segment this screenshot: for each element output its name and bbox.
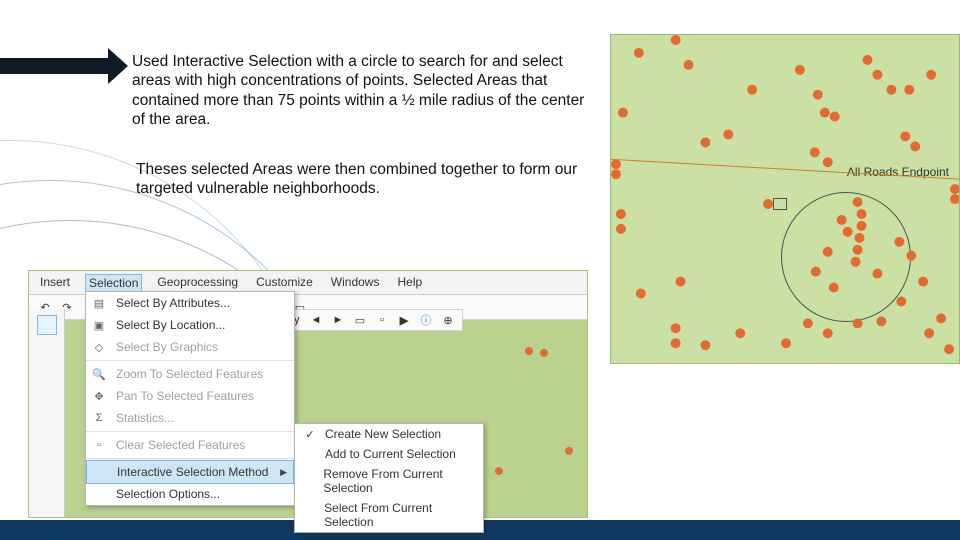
- clear-icon: ▫: [90, 437, 108, 453]
- menu-item-label: Pan To Selected Features: [116, 389, 254, 403]
- arcmap-screenshot: Insert Selection Geoprocessing Customize…: [28, 270, 588, 518]
- menu-separator: [86, 360, 294, 361]
- check-icon: ✓: [303, 428, 317, 441]
- map-points: [611, 35, 959, 363]
- menu-item-label: Select By Graphics: [116, 340, 218, 354]
- menu-item-select-by-location[interactable]: ▣ Select By Location...: [86, 314, 294, 336]
- menu-item-label: Zoom To Selected Features: [116, 367, 263, 381]
- blank-icon: [90, 486, 108, 502]
- menu-item-select-by-graphics: ◇ Select By Graphics: [86, 336, 294, 358]
- pan-icon: ✥: [90, 388, 108, 404]
- menu-item-statistics: Σ Statistics...: [86, 407, 294, 429]
- submenu-add-to-current[interactable]: Add to Current Selection: [295, 444, 483, 464]
- menu-item-interactive-selection-method[interactable]: Interactive Selection Method ▶: [86, 460, 294, 484]
- submenu-item-label: Add to Current Selection: [325, 447, 456, 461]
- blank-icon: [91, 464, 109, 480]
- map-preview-panel: All Roads Endpoint: [610, 34, 960, 364]
- selection-menu-dropdown: ▤ Select By Attributes... ▣ Select By Lo…: [85, 291, 295, 506]
- title-bar-deco: [0, 58, 110, 74]
- menu-item-label: Statistics...: [116, 411, 174, 425]
- menu-item-clear-selected: ▫ Clear Selected Features: [86, 434, 294, 456]
- menu-separator: [86, 431, 294, 432]
- menu-item-zoom-to-selected: 🔍 Zoom To Selected Features: [86, 363, 294, 385]
- menu-item-select-by-attributes[interactable]: ▤ Select By Attributes...: [86, 292, 294, 314]
- paragraph-1: Used Interactive Selection with a circle…: [132, 52, 587, 130]
- submenu-select-from-current[interactable]: Select From Current Selection: [295, 498, 483, 532]
- submenu-arrow-icon: ▶: [280, 467, 287, 478]
- interactive-selection-submenu: ✓ Create New Selection Add to Current Se…: [294, 423, 484, 533]
- submenu-item-label: Select From Current Selection: [324, 501, 475, 529]
- menu-item-label: Interactive Selection Method: [117, 465, 268, 479]
- submenu-create-new-selection[interactable]: ✓ Create New Selection: [295, 424, 483, 444]
- sigma-icon: Σ: [90, 410, 108, 426]
- menu-item-pan-to-selected: ✥ Pan To Selected Features: [86, 385, 294, 407]
- menu-item-label: Select By Attributes...: [116, 296, 230, 310]
- menu-separator: [86, 458, 294, 459]
- menu-item-label: Clear Selected Features: [116, 438, 245, 452]
- zoom-selected-icon: 🔍: [90, 366, 108, 382]
- title-arrow-deco: [108, 48, 128, 84]
- paragraph-2: Theses selected Areas were then combined…: [136, 160, 586, 199]
- submenu-item-label: Remove From Current Selection: [323, 467, 475, 495]
- menu-item-label: Selection Options...: [116, 487, 220, 501]
- table-icon: ▤: [90, 295, 108, 311]
- menu-item-selection-options[interactable]: Selection Options...: [86, 483, 294, 505]
- submenu-remove-from-current[interactable]: Remove From Current Selection: [295, 464, 483, 498]
- submenu-item-label: Create New Selection: [325, 427, 441, 441]
- menu-item-label: Select By Location...: [116, 318, 225, 332]
- graphics-icon: ◇: [90, 339, 108, 355]
- location-icon: ▣: [90, 317, 108, 333]
